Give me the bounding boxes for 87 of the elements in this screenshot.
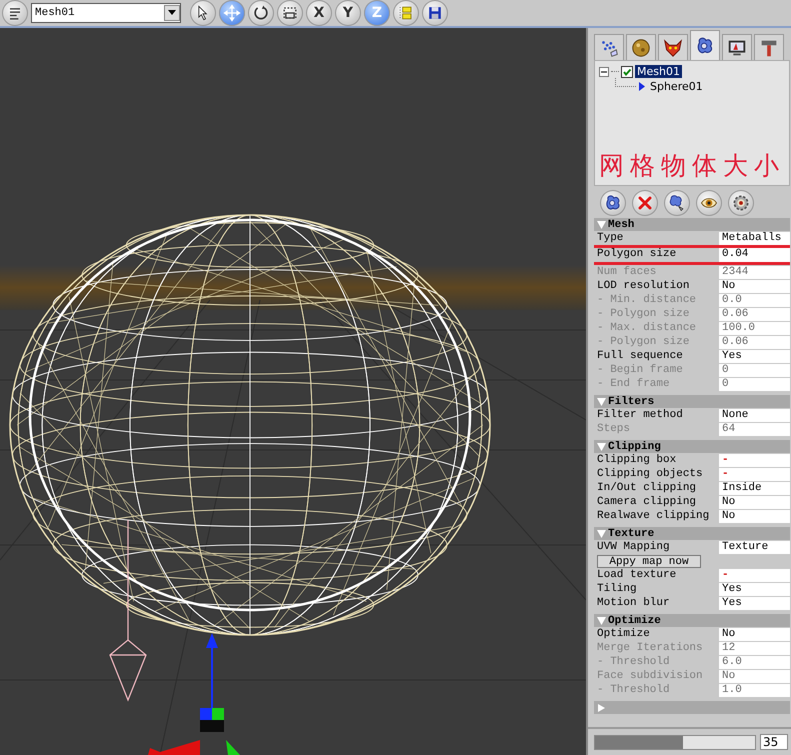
section-header[interactable]: Filters [594,395,790,408]
section-header[interactable]: Texture [594,527,790,540]
property-label: Tiling [596,583,638,596]
property-value[interactable]: - [719,569,790,582]
cursor-button[interactable] [190,0,216,26]
move-icon [222,3,242,23]
property-value[interactable]: - [719,454,790,467]
delete-button[interactable] [632,190,658,216]
dropdown-arrow-icon[interactable] [168,10,176,16]
panel-tab[interactable] [594,34,624,60]
property-value[interactable]: Yes [719,583,790,596]
property-value[interactable]: Yes [719,597,790,610]
section-header[interactable]: Mesh [594,218,790,231]
triangle-icon [597,220,606,228]
property-value[interactable]: No [719,496,790,509]
apply-map-button[interactable]: Appy map now [597,555,701,568]
property-label: UVW Mapping [596,541,671,554]
collapse-icon[interactable] [599,66,609,76]
triangle-icon [597,616,606,624]
axis-button[interactable]: Y [335,0,361,26]
property-value[interactable]: - [719,468,790,481]
property-label: Motion blur [596,597,671,610]
property-label: Full sequence [596,350,684,363]
eye-button[interactable] [696,190,722,216]
checkbox[interactable] [621,66,633,78]
mask-icon [662,36,684,58]
triangle-icon [597,442,606,450]
property-value[interactable]: No [719,280,790,293]
property-label: - Max. distance [596,322,698,335]
property-value[interactable]: 0.04 [719,248,790,262]
blob-button[interactable] [664,190,690,216]
property-label: - Polygon size [596,308,690,321]
object-dropdown[interactable]: Mesh01 [31,3,181,23]
blob-button[interactable] [600,190,626,216]
section-header[interactable]: Clipping [594,440,790,453]
tree-item[interactable]: Sphere01 [648,80,705,93]
property-label: Type [596,232,624,245]
property-label: LOD resolution [596,280,690,293]
property-label: - Threshold [596,684,671,697]
triangle-icon [597,398,606,406]
property-label: Optimize [596,628,651,641]
property-label: Polygon size [596,248,678,262]
property-value[interactable]: Metaballs [719,232,790,245]
panel-tab[interactable] [690,30,720,60]
property-label: Clipping box [596,454,678,467]
panel-tab[interactable] [626,34,656,60]
property-value[interactable]: Texture [719,541,790,554]
property-label: - Min. distance [596,294,698,307]
property-label: - Polygon size [596,336,690,349]
triangle-icon [597,704,606,712]
triangle-icon [638,82,646,91]
property-label: Camera clipping [596,496,698,509]
section-header[interactable]: Optimize [594,614,790,627]
property-label: Steps [596,423,632,436]
tree-item[interactable]: Mesh01 [635,65,682,78]
property-label: Realwave clipping [596,510,710,523]
panel-tab[interactable] [722,34,752,60]
axis-button[interactable]: X [306,0,332,26]
property-label: - End frame [596,378,671,391]
property-value[interactable]: No [719,510,790,523]
triangle-icon [597,530,606,538]
menu-button[interactable] [2,0,28,26]
property-label: Load texture [596,569,678,582]
scale-button[interactable] [277,0,303,26]
rotate-button[interactable] [248,0,274,26]
gear-icon [731,193,751,213]
slider[interactable] [594,734,756,750]
property-label: Clipping objects [596,468,704,481]
value-field[interactable]: 35 [760,734,788,750]
property-label: In/Out clipping [596,482,698,495]
property-label: Face subdivision [596,670,704,683]
gear-button[interactable] [728,190,754,216]
property-value[interactable]: No [719,628,790,641]
property-label: - Begin frame [596,364,684,377]
property-label: Merge Iterations [596,642,704,655]
property-label: Num faces [596,266,658,279]
property-label: - Threshold [596,656,671,669]
annotation-text: 网格物体大小 [599,150,785,182]
property-value[interactable]: Yes [719,350,790,363]
property-value[interactable]: Inside [719,482,790,495]
save-button[interactable] [422,0,448,26]
sphere-icon [630,36,652,58]
property-label: Filter method [596,409,684,422]
viewport[interactable] [0,28,588,755]
property-value[interactable]: None [719,409,790,422]
panel-tab[interactable] [658,34,688,60]
list-button[interactable] [393,0,419,26]
